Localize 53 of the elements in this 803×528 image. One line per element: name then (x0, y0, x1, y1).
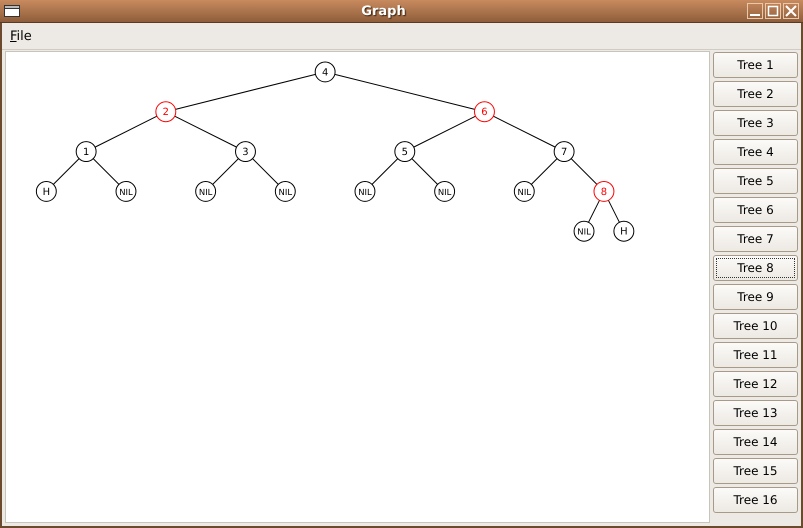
minimize-icon[interactable] (747, 3, 763, 19)
tree-button[interactable]: Tree 3 (713, 110, 798, 136)
tree-edge (411, 158, 438, 185)
tree-node: NIL (195, 180, 216, 202)
tree-button[interactable]: Tree 16 (713, 487, 798, 513)
tree-button[interactable]: Tree 14 (713, 429, 798, 455)
tree-edge (372, 158, 398, 185)
tree-button[interactable]: Tree 11 (713, 342, 798, 368)
tree-edge (588, 200, 600, 223)
tree-edge (570, 158, 598, 185)
tree-edge (413, 116, 476, 148)
tree-button[interactable]: Tree 6 (713, 197, 798, 223)
tree-button[interactable]: Tree 5 (713, 168, 798, 194)
tree-node: NIL (434, 180, 456, 202)
tree-button[interactable]: Tree 2 (713, 81, 798, 107)
tree-node: 3 (235, 141, 256, 162)
tree-edge (252, 158, 279, 185)
tree-node: H (36, 180, 57, 202)
tree-edge (92, 158, 120, 185)
tree-node: NIL (514, 180, 535, 202)
tree-button[interactable]: Tree 9 (713, 284, 798, 310)
tree-node: H (613, 220, 634, 242)
window-icon (4, 5, 20, 17)
tree-node: 2 (155, 101, 176, 122)
tree-node: NIL (574, 220, 594, 242)
tree-edge (52, 158, 80, 185)
tree-button[interactable]: Tree 10 (713, 313, 798, 339)
tree-button[interactable]: Tree 15 (713, 458, 798, 484)
tree-button[interactable]: Tree 4 (713, 139, 798, 165)
file-menu[interactable]: File (8, 26, 34, 46)
tree-node: NIL (354, 180, 376, 202)
window-title: Graph (360, 4, 407, 18)
tree-button[interactable]: Tree 13 (713, 400, 798, 426)
tree-node: NIL (274, 180, 296, 202)
close-icon[interactable] (783, 3, 799, 19)
tree-edge (94, 116, 158, 148)
tree-button[interactable]: Tree 12 (713, 371, 798, 397)
tree-node: 1 (76, 141, 97, 162)
tree-node: 5 (394, 141, 416, 162)
tree-node: 7 (554, 141, 575, 162)
tree-edge (608, 200, 620, 223)
tree-node: 6 (474, 101, 495, 122)
tree-button[interactable]: Tree 1 (713, 52, 798, 78)
tree-node: 4 (314, 61, 336, 82)
tree-button[interactable]: Tree 8 (713, 255, 798, 281)
tree-edge (530, 158, 558, 185)
tree-node: 8 (594, 180, 614, 202)
tree-node: NIL (116, 180, 136, 202)
maximize-icon[interactable] (765, 3, 781, 19)
tree-button[interactable]: Tree 7 (713, 226, 798, 252)
tree-edge (212, 158, 239, 185)
tree-edge (492, 116, 556, 148)
tree-edge (174, 116, 238, 148)
